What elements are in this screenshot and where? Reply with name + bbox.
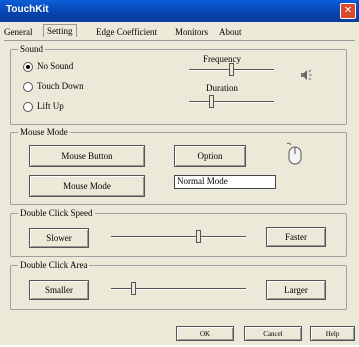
mouse-mode-field[interactable]: Normal Mode bbox=[174, 175, 276, 189]
tab-monitors[interactable]: Monitors bbox=[175, 27, 208, 37]
no-sound-radio[interactable] bbox=[23, 62, 33, 72]
duration-slider-thumb[interactable] bbox=[209, 95, 214, 108]
ok-button[interactable]: OK bbox=[176, 326, 234, 341]
tab-about[interactable]: About bbox=[219, 27, 242, 37]
mouse-mode-button[interactable]: Mouse Mode bbox=[29, 175, 145, 197]
tab-general[interactable]: General bbox=[4, 27, 32, 37]
touch-down-radio[interactable] bbox=[23, 82, 33, 92]
duration-label: Duration bbox=[206, 83, 238, 93]
sound-group-label: Sound bbox=[18, 44, 46, 54]
frequency-slider[interactable] bbox=[189, 62, 274, 77]
double-click-area-slider-thumb[interactable] bbox=[131, 282, 136, 295]
frequency-slider-thumb[interactable] bbox=[229, 63, 234, 76]
mouse-mode-group-label: Mouse Mode bbox=[18, 127, 70, 137]
tab-edge-coefficient[interactable]: Edge Coefficient bbox=[96, 27, 157, 37]
title-bar[interactable]: TouchKit ✕ bbox=[0, 0, 359, 22]
slower-button[interactable]: Slower bbox=[29, 228, 89, 248]
double-click-area-group: Double Click Area Smaller Larger bbox=[10, 260, 347, 310]
help-button[interactable]: Help bbox=[310, 326, 355, 341]
faster-button[interactable]: Faster bbox=[266, 227, 326, 247]
double-click-speed-slider[interactable] bbox=[111, 228, 246, 245]
mouse-icon bbox=[283, 141, 305, 167]
speaker-icon bbox=[299, 68, 313, 82]
double-click-speed-group-label: Double Click Speed bbox=[18, 208, 95, 218]
sound-group: Sound No Sound Touch Down Lift Up Freque… bbox=[10, 44, 347, 125]
double-click-area-slider[interactable] bbox=[111, 280, 246, 297]
no-sound-label: No Sound bbox=[37, 61, 74, 71]
double-click-speed-group: Double Click Speed Slower Faster bbox=[10, 208, 347, 257]
double-click-speed-slider-track bbox=[111, 236, 246, 238]
lift-up-radio[interactable] bbox=[23, 102, 33, 112]
mouse-mode-group: Mouse Mode Mouse Button Option Mouse Mod… bbox=[10, 127, 347, 205]
duration-slider[interactable] bbox=[189, 94, 274, 109]
close-button[interactable]: ✕ bbox=[340, 3, 356, 19]
touch-down-label: Touch Down bbox=[37, 81, 84, 91]
tab-divider bbox=[4, 40, 355, 41]
lift-up-label: Lift Up bbox=[37, 101, 64, 111]
option-button[interactable]: Option bbox=[174, 145, 246, 167]
double-click-area-group-label: Double Click Area bbox=[18, 260, 90, 270]
window-title: TouchKit bbox=[6, 4, 49, 15]
touchkit-window: TouchKit ✕ General Setting Edge Coeffici… bbox=[0, 0, 359, 345]
double-click-speed-slider-thumb[interactable] bbox=[196, 230, 201, 243]
smaller-button[interactable]: Smaller bbox=[29, 280, 89, 300]
cancel-button[interactable]: Cancel bbox=[244, 326, 302, 341]
duration-slider-track bbox=[189, 101, 274, 103]
tab-strip: General Setting Edge Coefficient Monitor… bbox=[0, 24, 359, 40]
mouse-button-button[interactable]: Mouse Button bbox=[29, 145, 145, 167]
larger-button[interactable]: Larger bbox=[266, 280, 326, 300]
tab-setting[interactable]: Setting bbox=[43, 24, 77, 37]
